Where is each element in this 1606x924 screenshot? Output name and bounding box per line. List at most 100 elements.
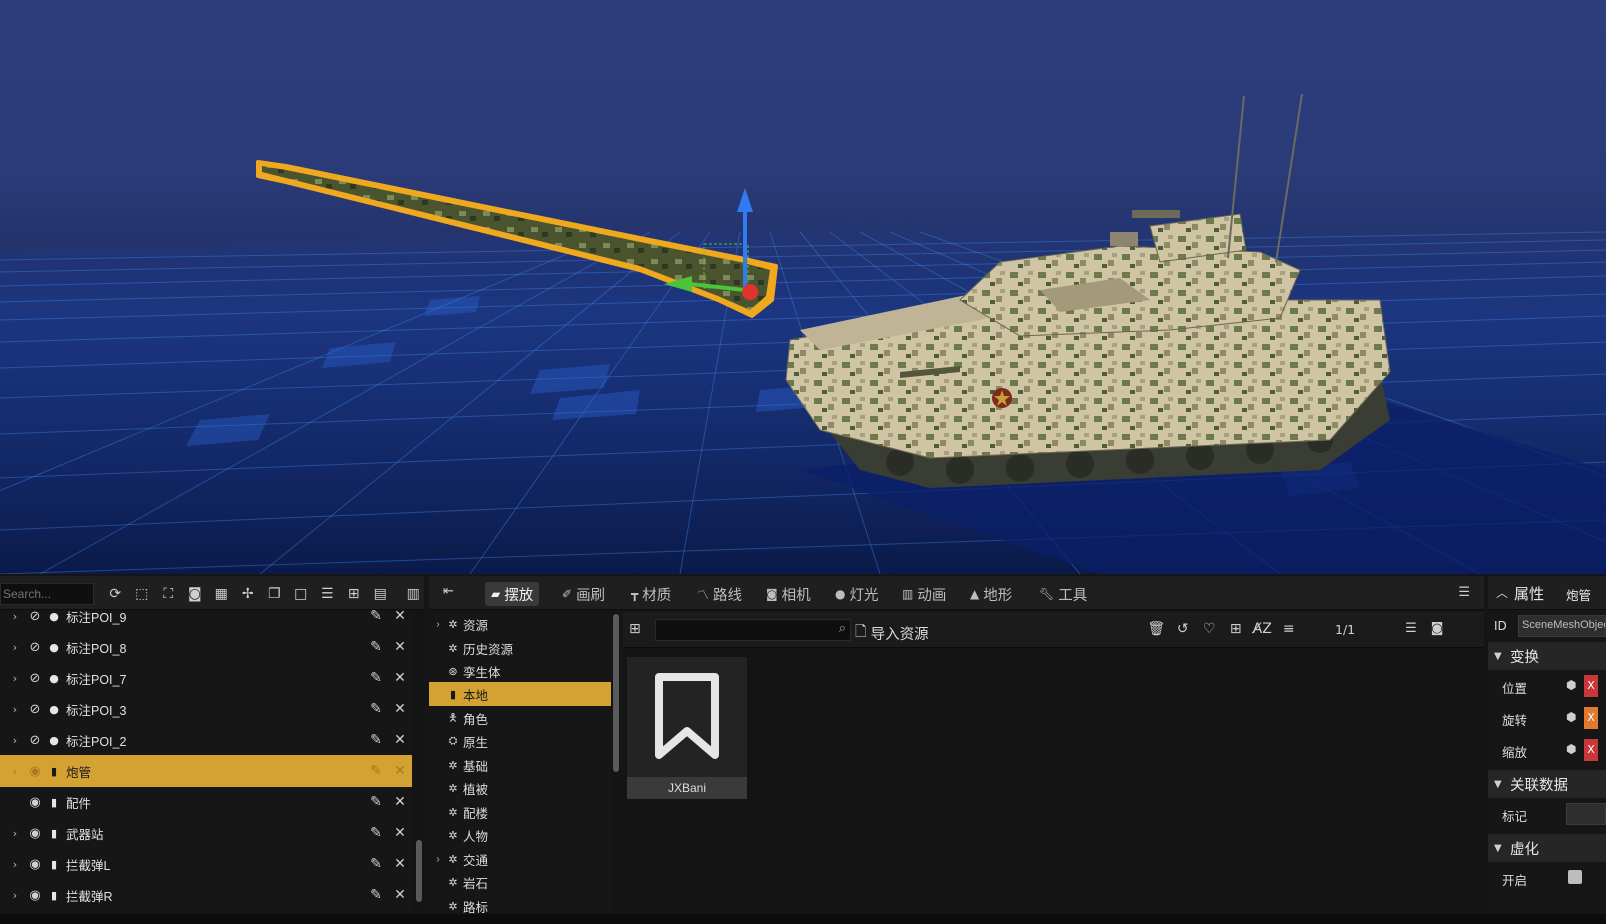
eye-hidden-icon[interactable]: ⊘ [24, 671, 46, 686]
outliner-row[interactable]: › ◉ ▮ 拦截弹R ✎ ✕ [0, 879, 412, 911]
trash-icon[interactable]: 🗑︎ [1143, 621, 1170, 637]
select-icon[interactable]: ⬚ [129, 584, 156, 604]
eye-hidden-icon[interactable]: ⊘ [24, 610, 46, 624]
list-menu-icon[interactable]: ☰ [1458, 585, 1470, 600]
x-axis-field[interactable]: X [1584, 675, 1598, 697]
id-field[interactable]: SceneMeshObject [1518, 615, 1606, 637]
cube-icon[interactable]: ⬢ [1566, 742, 1576, 756]
section-linked-data[interactable]: ▼ 关联数据 [1488, 770, 1606, 798]
outliner-row-selected[interactable]: › ◉ ▮ 炮管 ✎ ✕ [0, 755, 412, 787]
tree-item[interactable]: ✲ 人物 [429, 823, 613, 847]
tree-item[interactable]: ✲ 基础 [429, 753, 613, 777]
edit-icon[interactable]: ✎ [364, 887, 388, 903]
eye-icon[interactable]: ◉ [24, 857, 46, 872]
camera-icon[interactable]: ◙ [182, 584, 209, 604]
outliner-scrollbar[interactable] [414, 610, 424, 916]
expand-arrow-icon[interactable]: › [6, 672, 24, 685]
add-folder-icon[interactable]: ⊞ [1223, 621, 1250, 637]
expand-arrow-icon[interactable]: › [6, 889, 24, 902]
eye-hidden-icon[interactable]: ⊘ [24, 640, 46, 655]
eye-hidden-icon[interactable]: ⊘ [24, 733, 46, 748]
outliner-row[interactable]: › ⊘ ● 标注POI_2 ✎ ✕ [0, 724, 412, 756]
edit-icon[interactable]: ✎ [364, 856, 388, 872]
cube-icon[interactable]: ⬢ [1566, 678, 1576, 692]
eye-icon[interactable]: ◉ [24, 795, 46, 810]
delete-icon[interactable]: ✕ [388, 887, 412, 903]
heart-icon[interactable]: ♡ [1196, 621, 1223, 637]
edit-icon[interactable]: ✎ [364, 639, 388, 655]
tree-item[interactable]: › ✲ 资源 [429, 612, 613, 636]
tree-item[interactable]: ⛭ 原生 [429, 729, 613, 753]
expand-arrow-icon[interactable]: › [6, 703, 24, 716]
expand-arrow-icon[interactable]: › [431, 854, 445, 865]
delete-icon[interactable]: ✕ [388, 856, 412, 872]
expand-arrow-icon[interactable]: › [6, 641, 24, 654]
clapper-icon[interactable]: ▦ [208, 584, 235, 604]
square-icon[interactable]: □ [288, 584, 315, 604]
delete-icon[interactable]: ✕ [388, 794, 412, 810]
expand-arrow-icon[interactable]: › [6, 610, 24, 623]
expand-arrow-icon[interactable]: › [6, 765, 24, 778]
refresh-icon[interactable]: ⟳ [102, 584, 129, 604]
collapse-icon[interactable]: ✢ [235, 584, 262, 604]
viewport-scene[interactable] [0, 0, 1606, 574]
delete-icon[interactable]: ✕ [388, 825, 412, 841]
tree-item[interactable]: ✲ 岩石 [429, 870, 613, 894]
tree-scroll-thumb[interactable] [613, 614, 619, 772]
eye-icon[interactable]: ◉ [24, 826, 46, 841]
delete-icon[interactable]: ✕ [388, 639, 412, 655]
tree-item-selected[interactable]: ▮ 本地 [429, 682, 613, 706]
delete-icon[interactable]: ✕ [388, 670, 412, 686]
add-icon[interactable]: ⊞ [341, 584, 368, 604]
expand-arrow-icon[interactable]: › [6, 858, 24, 871]
focus-icon[interactable]: ⛶ [155, 584, 182, 604]
delete-icon[interactable]: ✕ [388, 701, 412, 717]
outliner-settings-icon[interactable]: ▥ [400, 584, 427, 604]
tab-place[interactable]: ▰ 摆放 [485, 582, 540, 606]
3d-viewport[interactable] [0, 0, 1606, 574]
edit-icon[interactable]: ✎ [364, 794, 388, 810]
list-icon[interactable]: ☰ [314, 584, 341, 604]
x-axis-field[interactable]: X [1584, 739, 1598, 761]
expand-arrow-icon[interactable]: › [431, 619, 445, 630]
chevron-up-icon[interactable]: ︿ [1496, 584, 1508, 601]
tree-item[interactable]: ✲ 植被 [429, 776, 613, 800]
eye-hidden-icon[interactable]: ⊘ [24, 702, 46, 717]
outliner-scroll-thumb[interactable] [416, 840, 422, 902]
edit-icon[interactable]: ✎ [364, 610, 388, 624]
x-axis-field[interactable]: X [1584, 707, 1598, 729]
preview-icon[interactable]: ◙ [1427, 621, 1447, 636]
tree-item[interactable]: ✲ 路标 [429, 894, 613, 916]
eye-icon[interactable]: ◉ [24, 764, 46, 779]
tree-scrollbar[interactable] [611, 612, 621, 916]
edit-icon[interactable]: ✎ [364, 825, 388, 841]
tab-terrain[interactable]: ▲ 地形 [964, 582, 1018, 606]
asset-search-input[interactable]: ⌕ [655, 619, 851, 641]
outliner-row[interactable]: › ⊘ ● 标注POI_9 ✎ ✕ [0, 610, 412, 632]
tab-camera[interactable]: ◙ 相机 [760, 582, 817, 606]
tab-brush[interactable]: ✐ 画刷 [556, 582, 611, 606]
enable-checkbox[interactable] [1568, 870, 1582, 884]
edit-icon[interactable]: ✎ [364, 732, 388, 748]
tab-material[interactable]: ┳ 材质 [625, 582, 677, 606]
outliner-row[interactable]: › ◉ ▮ 武器站 ✎ ✕ [0, 817, 412, 849]
tab-route[interactable]: 〽 路线 [691, 582, 748, 606]
cube-icon[interactable]: ⬢ [1566, 710, 1576, 724]
expand-arrow-icon[interactable]: › [6, 827, 24, 840]
tab-animation[interactable]: ▥ 动画 [896, 582, 952, 606]
folder-tree-icon[interactable]: ⊞ [629, 621, 641, 637]
outliner-row[interactable]: › ⊘ ● 标注POI_7 ✎ ✕ [0, 662, 412, 694]
outliner-row[interactable]: › ⊘ ● 标注POI_3 ✎ ✕ [0, 693, 412, 725]
outliner-row[interactable]: ◉ ▮ 配件 ✎ ✕ [0, 786, 412, 818]
list-view-icon[interactable]: ☰ [1401, 621, 1421, 636]
tree-item[interactable]: ✲ 历史资源 [429, 636, 613, 660]
copy-icon[interactable]: ❐ [261, 584, 288, 604]
form-icon[interactable]: ▤ [367, 584, 394, 604]
history-icon[interactable]: ↺ [1170, 621, 1197, 637]
tab-tools[interactable]: 🔧︎ 工具 [1033, 582, 1093, 606]
sort-az-icon[interactable]: A̸Z [1249, 621, 1276, 637]
tree-item[interactable]: › ✲ 交通 [429, 847, 613, 871]
import-assets-button[interactable]: 🗋︎ 导入资源 [855, 621, 929, 646]
tab-light[interactable]: ● 灯光 [829, 582, 884, 606]
section-virtualize[interactable]: ▼ 虚化 [1488, 834, 1606, 862]
